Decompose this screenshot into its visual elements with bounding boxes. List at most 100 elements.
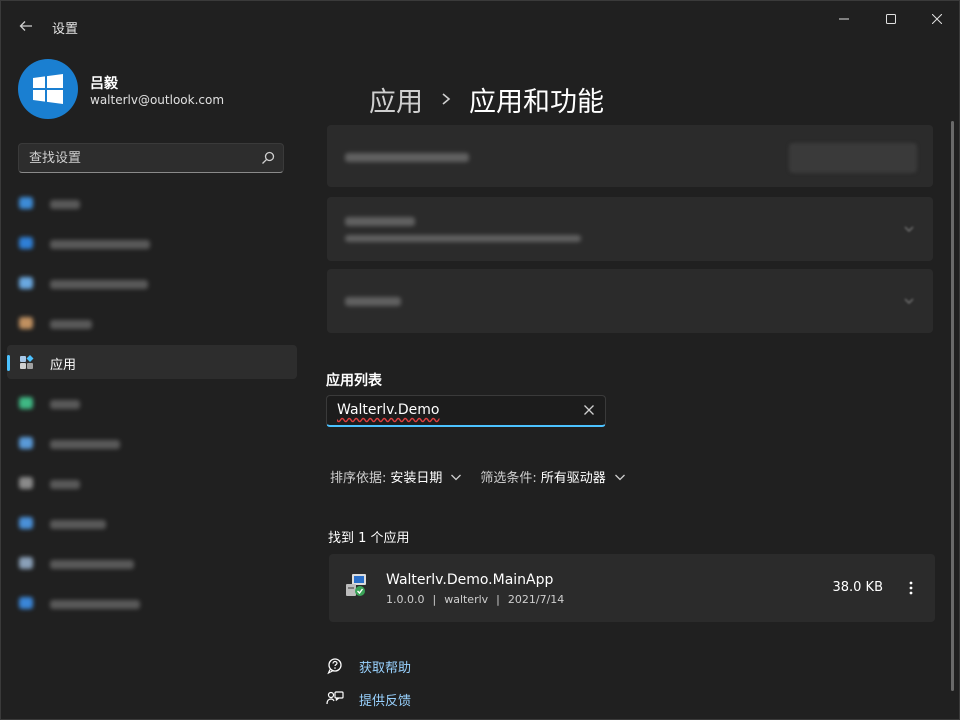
minimize-button[interactable] [821, 5, 867, 33]
sort-label: 排序依据: [330, 471, 387, 486]
blurred-label [345, 217, 415, 226]
app-meta: 1.0.0.0 | walterlv | 2021/7/14 [386, 593, 564, 606]
app-name: Walterlv.Demo.MainApp [386, 572, 554, 588]
settings-card[interactable] [327, 269, 933, 333]
blurred-label [50, 440, 120, 449]
blurred-label [50, 240, 150, 249]
nav-item-icon [19, 437, 33, 449]
give-feedback-label: 提供反馈 [359, 693, 412, 709]
blurred-label [345, 153, 469, 162]
app-publisher: walterlv [444, 593, 489, 606]
maximize-button[interactable] [868, 5, 914, 33]
feedback-icon [326, 691, 344, 705]
blurred-label [50, 280, 148, 289]
filter-value: 所有驱动器 [540, 471, 606, 486]
page-title: 应用和功能 [469, 86, 604, 118]
meta-separator: | [496, 593, 500, 606]
back-arrow-icon [19, 21, 32, 31]
sidebar-item[interactable] [7, 467, 297, 501]
sidebar-item-label: 应用 [50, 358, 77, 373]
back-button[interactable] [13, 13, 39, 39]
help-icon [327, 658, 342, 675]
apps-icon [20, 355, 34, 369]
maximize-icon [886, 14, 896, 24]
avatar[interactable] [18, 59, 78, 119]
nav-item-icon [19, 477, 33, 489]
nav-item-icon [19, 317, 33, 329]
breadcrumb-parent[interactable]: 应用 [369, 80, 423, 119]
app-title: 设置 [52, 22, 79, 37]
app-size: 38.0 KB [832, 580, 883, 595]
blurred-label [50, 600, 140, 609]
sidebar-item[interactable] [7, 187, 297, 221]
chevron-down-icon [904, 226, 914, 232]
sort-dropdown[interactable]: 排序依据: 安装日期 [330, 467, 462, 486]
windows-logo-icon [33, 74, 63, 104]
app-install-date: 2021/7/14 [507, 593, 565, 606]
sidebar-item[interactable] [7, 547, 297, 581]
app-installer-icon [346, 574, 366, 596]
nav-item-icon [19, 197, 33, 209]
filter-label: 筛选条件: [480, 471, 537, 486]
sidebar-item[interactable] [7, 427, 297, 461]
sort-filter-row: 排序依据: 安装日期 筛选条件: 所有驱动器 [330, 467, 626, 486]
close-icon [932, 14, 942, 24]
results-count: 找到 1 个应用 [328, 531, 410, 546]
give-feedback-link[interactable]: 提供反馈 [326, 689, 411, 709]
app-list-title: 应用列表 [326, 373, 382, 389]
breadcrumb-separator [441, 92, 451, 106]
nav-item-icon [19, 277, 33, 289]
more-vertical-icon [909, 581, 913, 595]
app-search-input[interactable]: Walterlv.Demo [337, 402, 439, 418]
title-bar: 设置 [1, 1, 959, 49]
sidebar-item[interactable] [7, 267, 297, 301]
blurred-label [50, 560, 134, 569]
profile-email: walterlv@outlook.com [90, 93, 225, 107]
app-version: 1.0.0.0 [386, 593, 425, 606]
filter-dropdown[interactable]: 筛选条件: 所有驱动器 [480, 467, 625, 486]
minimize-icon [839, 18, 849, 20]
settings-search-box[interactable] [18, 143, 284, 173]
nav-item-icon [19, 397, 33, 409]
scrollbar[interactable] [951, 121, 954, 691]
chevron-right-icon [442, 93, 451, 105]
chevron-down-icon [904, 298, 914, 304]
app-list-item[interactable]: Walterlv.Demo.MainApp 1.0.0.0 | walterlv | 2… [329, 554, 935, 622]
meta-separator: | [432, 593, 437, 606]
sidebar-item[interactable] [7, 387, 297, 421]
nav-item-icon [19, 557, 33, 569]
more-options-button[interactable] [899, 572, 923, 604]
app-search-box[interactable]: Walterlv.Demo [326, 395, 606, 427]
sidebar-item[interactable] [7, 307, 297, 341]
blurred-label [50, 320, 92, 329]
get-help-link[interactable]: 获取帮助 [326, 656, 411, 676]
profile-name: 吕毅 [90, 76, 118, 92]
sidebar-item[interactable] [7, 227, 297, 261]
chevron-down-icon [451, 474, 462, 480]
blurred-description [345, 235, 581, 242]
sidebar-item-apps[interactable]: 应用 [7, 345, 297, 379]
sidebar-item[interactable] [7, 507, 297, 541]
blurred-label [50, 200, 80, 209]
sort-value: 安装日期 [390, 471, 443, 486]
sidebar-item[interactable] [7, 587, 297, 621]
nav-item-icon [19, 517, 33, 529]
settings-card[interactable] [327, 197, 933, 261]
search-icon[interactable] [261, 151, 275, 165]
close-icon[interactable] [583, 404, 595, 416]
settings-search-input[interactable] [29, 149, 249, 167]
get-help-label: 获取帮助 [359, 660, 412, 676]
blurred-label [50, 520, 106, 529]
blurred-label [50, 400, 80, 409]
blurred-label [345, 297, 401, 306]
chevron-down-icon [614, 474, 625, 480]
breadcrumb: 应用 应用和功能 [369, 80, 604, 119]
nav-item-icon [19, 237, 33, 249]
close-button[interactable] [914, 5, 960, 33]
settings-window: 设置 吕毅 walterlv@outlook.com 查找设置 应用 应用 应用… [0, 0, 960, 720]
selection-indicator [7, 355, 10, 371]
settings-card[interactable] [327, 125, 933, 187]
blurred-label [50, 480, 80, 489]
nav-item-icon [19, 597, 33, 609]
blurred-dropdown[interactable] [789, 143, 917, 173]
